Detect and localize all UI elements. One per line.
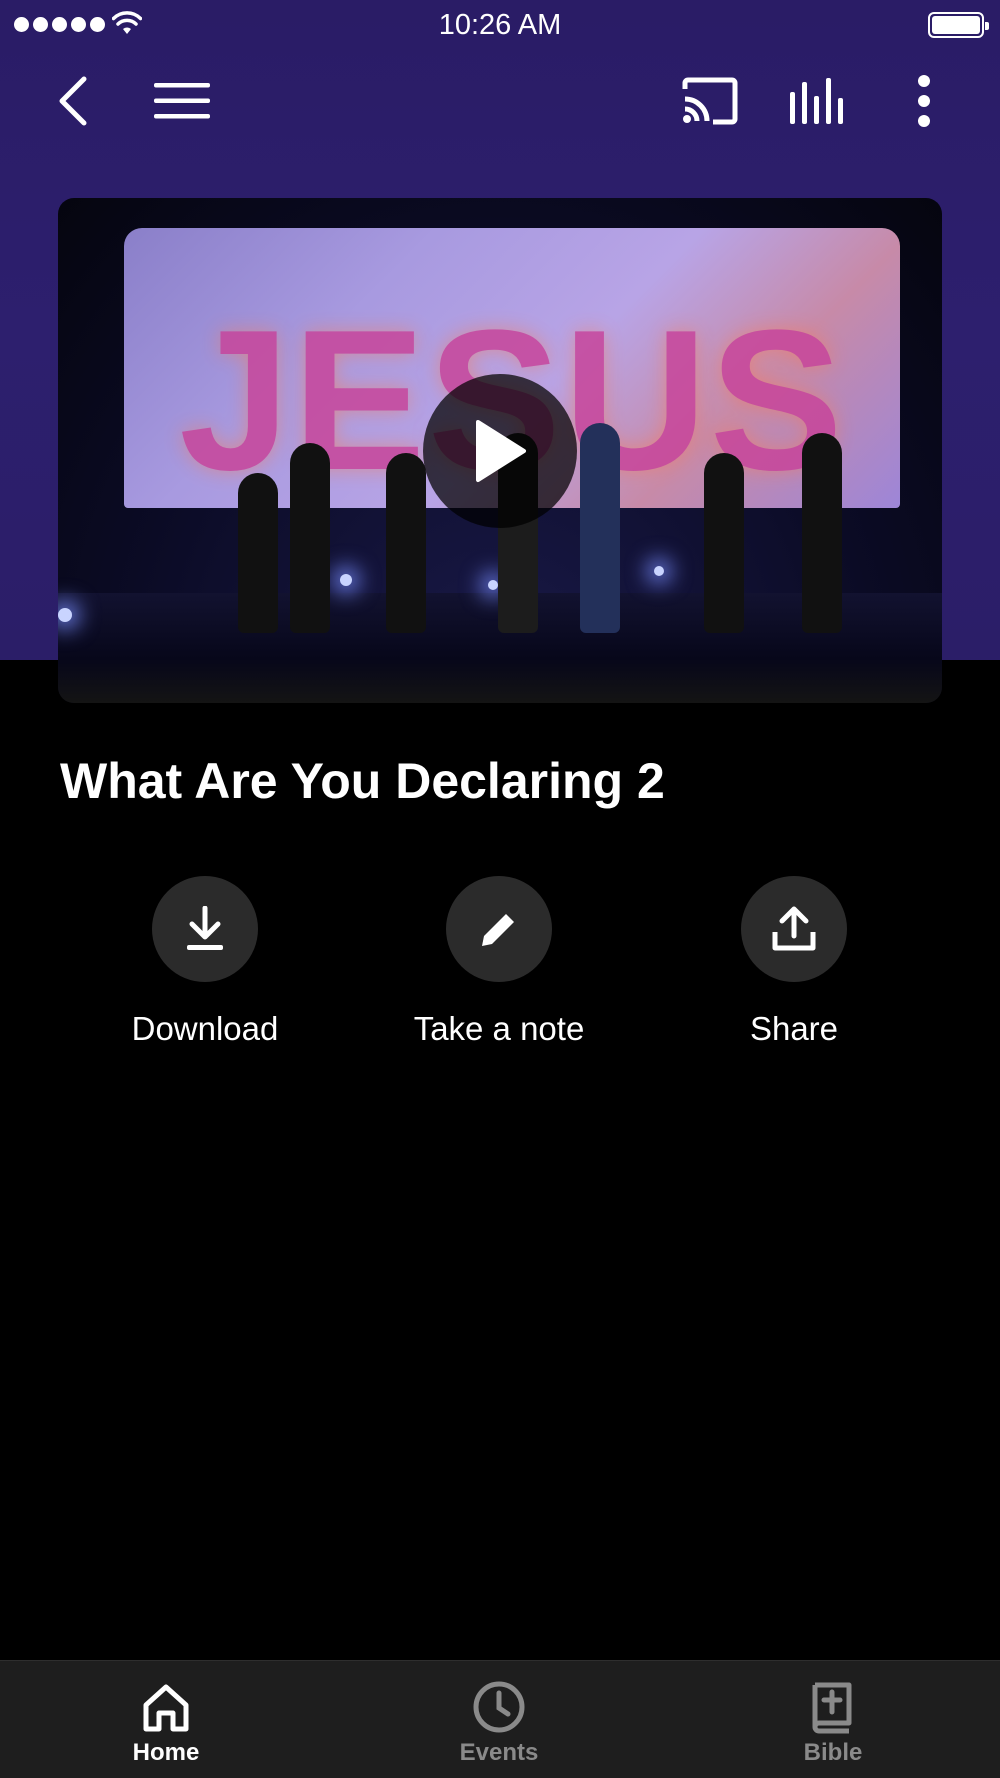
share-label: Share [749,1010,839,1047]
performer-silhouette [580,423,620,633]
take-note-label: Take a note [413,1010,585,1047]
download-label: Download [131,1010,279,1047]
performer-silhouette [704,453,744,633]
performer-silhouette [290,443,330,633]
audio-button[interactable] [777,60,857,142]
menu-button[interactable] [142,60,222,142]
cast-button[interactable] [670,60,750,142]
performer-silhouette [238,473,278,633]
tab-events[interactable]: Events [399,1661,599,1778]
more-options-button[interactable] [884,60,964,142]
play-icon [476,420,526,482]
audio-bars-icon [790,78,843,124]
chevron-left-icon [59,76,87,126]
status-time: 10:26 AM [438,9,562,41]
download-circle [152,876,258,982]
stage-light [340,574,352,586]
cast-icon [682,77,738,125]
back-button[interactable] [34,60,114,142]
pencil-icon [482,908,514,946]
tab-bible[interactable]: Bible [733,1661,933,1778]
battery-icon [928,12,989,38]
bottom-tab-bar: Home Events Bible [0,1660,1000,1778]
hamburger-icon [154,83,210,119]
stage-light [488,580,498,590]
performer-silhouette [386,453,426,633]
share-circle [741,876,847,982]
take-note-button[interactable]: Take a note [379,876,619,1048]
tab-home[interactable]: Home [66,1661,266,1778]
share-button[interactable]: Share [674,876,914,1048]
tab-bible-label: Bible [803,1739,863,1766]
tab-home-label: Home [132,1739,200,1766]
home-icon [143,1684,189,1732]
action-row: Download Take a note Share [0,876,1000,1056]
page-title: What Are You Declaring 2 [60,753,665,809]
take-note-circle [446,876,552,982]
clock-icon [473,1681,525,1733]
video-player[interactable]: JESUS [58,198,942,703]
download-icon [187,906,223,950]
stage-light [654,566,664,576]
bible-icon [812,1682,852,1734]
more-vertical-icon [918,75,930,127]
share-icon [772,906,816,951]
download-button[interactable]: Download [85,876,325,1048]
performer-silhouette [802,433,842,633]
top-toolbar [0,60,1000,142]
play-button[interactable] [423,374,577,528]
status-bar: 10:26 AM [0,0,1000,50]
tab-events-label: Events [459,1739,539,1766]
stage-light [58,608,72,622]
